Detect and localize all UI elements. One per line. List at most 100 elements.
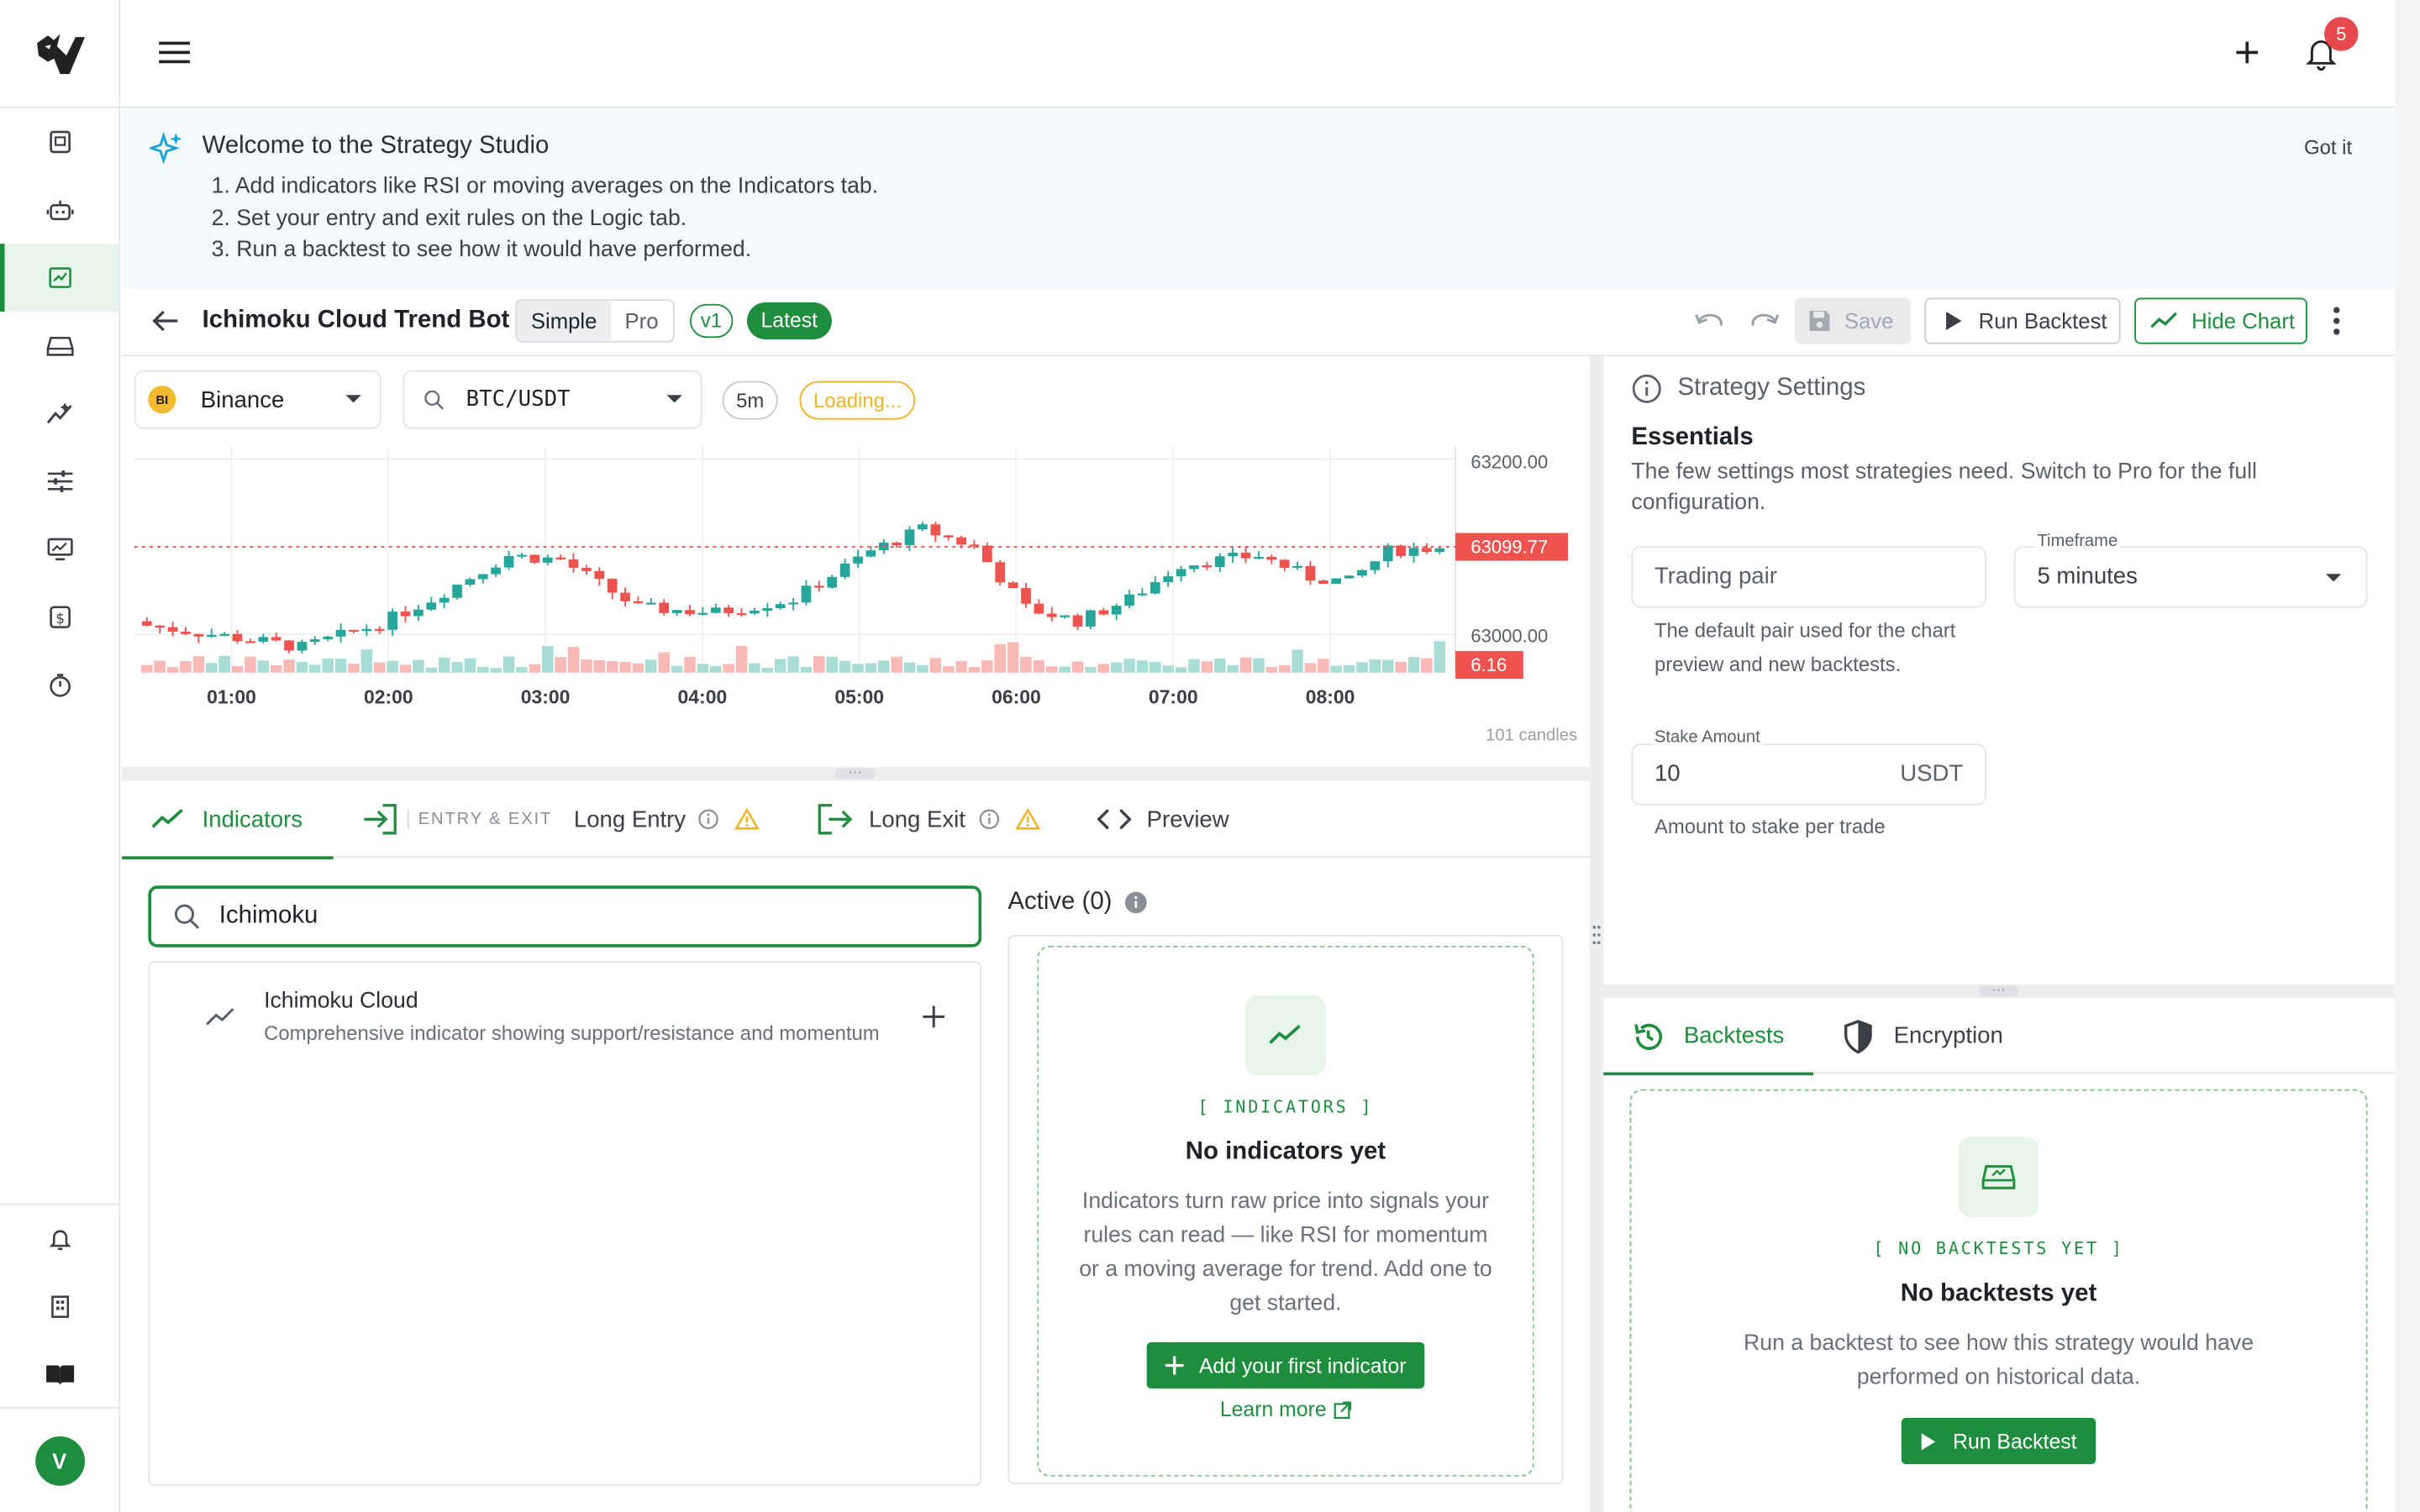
info-filled-icon[interactable]: [1124, 891, 1146, 914]
essentials-description: The few settings most strategies need. S…: [1631, 459, 2257, 515]
learn-more-link[interactable]: Learn more: [1220, 1398, 1351, 1421]
volume-bar: [399, 664, 412, 673]
redo-button[interactable]: [1747, 307, 1781, 343]
trending-up-icon: [151, 808, 183, 828]
warning-icon: [734, 808, 760, 830]
sidebar-item-analytics[interactable]: [0, 380, 118, 448]
candle: [750, 610, 760, 614]
sidebar-item-alerts[interactable]: [0, 1205, 118, 1273]
volume-bar: [1239, 657, 1252, 673]
candle: [995, 562, 1006, 583]
run-backtest-empty-button[interactable]: Run Backtest: [1902, 1417, 2096, 1465]
candle: [219, 633, 229, 636]
candle: [659, 602, 670, 613]
page-scrollbar[interactable]: [2395, 0, 2420, 1512]
candle: [1422, 548, 1432, 553]
tab-indicators[interactable]: Indicators: [122, 780, 334, 860]
add-first-indicator-button[interactable]: Add your first indicator: [1146, 1341, 1425, 1389]
app-logo[interactable]: [0, 0, 119, 108]
undo-button[interactable]: [1693, 307, 1727, 343]
sidebar-item-settings[interactable]: [0, 448, 118, 516]
volume-bar: [270, 665, 282, 673]
version-badge[interactable]: v1: [690, 303, 733, 339]
candle: [1266, 556, 1277, 560]
mode-pro-button[interactable]: Pro: [611, 301, 672, 341]
hide-chart-button[interactable]: Hide Chart: [2134, 297, 2307, 344]
sidebar-item-timer[interactable]: [0, 651, 118, 719]
settings-resize-handle[interactable]: ···: [1603, 982, 2396, 999]
timeframe-select[interactable]: 5 minutes: [2013, 546, 2368, 608]
strategy-name: Ichimoku Cloud Trend Bot: [202, 307, 510, 333]
sidebar-item-bots[interactable]: [0, 176, 118, 244]
volume-bar: [309, 664, 321, 673]
candle: [1382, 545, 1393, 562]
candle: [297, 642, 308, 651]
candle: [1344, 575, 1355, 579]
trending-up-icon: [1245, 995, 1326, 1076]
active-indicators-label: Active (0): [1007, 888, 1113, 916]
volume-bar: [438, 657, 450, 673]
more-options-button[interactable]: [2332, 304, 2341, 346]
volume-bar: [567, 647, 580, 673]
dismiss-welcome-button[interactable]: Got it: [2304, 136, 2352, 160]
volume-bar: [1265, 666, 1278, 673]
add-indicator-plus-icon[interactable]: [922, 1005, 946, 1029]
tab-backtests[interactable]: Backtests: [1603, 998, 1814, 1076]
tab-long-entry[interactable]: ENTRY & EXIT Long Entry: [361, 780, 760, 858]
indicator-result-item[interactable]: Ichimoku Cloud Comprehensive indicator s…: [150, 978, 980, 1058]
indicator-search-input[interactable]: Ichimoku: [148, 885, 982, 948]
play-icon: [1946, 312, 1962, 331]
panel-resize-handle[interactable]: [1589, 356, 1604, 1512]
candle: [775, 604, 786, 609]
user-avatar[interactable]: V: [34, 1436, 85, 1485]
volume-bar: [593, 659, 606, 673]
volume-bar: [1395, 661, 1407, 673]
back-button[interactable]: [150, 307, 181, 343]
volume-bar: [296, 662, 308, 673]
create-button[interactable]: [2228, 34, 2265, 78]
tab-preview[interactable]: Preview: [1097, 780, 1229, 858]
indicators-empty-text: Indicators turn raw price into signals y…: [1079, 1189, 1492, 1316]
candle: [981, 545, 992, 563]
pair-select[interactable]: BTC/USDT: [402, 370, 702, 429]
price-chart[interactable]: 63200.0063000.000.0063099.776.16 01:0002…: [122, 433, 1590, 727]
candle: [1124, 594, 1134, 606]
trending-up-icon: [206, 1008, 234, 1026]
sidebar-item-docs[interactable]: [0, 1341, 118, 1409]
hamburger-icon: [159, 41, 190, 64]
volume-bar: [1356, 662, 1368, 673]
candle: [206, 634, 217, 638]
candle: [1305, 565, 1316, 581]
trading-pair-field[interactable]: Trading pair: [1631, 546, 1986, 608]
timeframe-pill[interactable]: 5m: [722, 381, 778, 420]
redo-icon: [1751, 313, 1780, 327]
volume-bar: [787, 656, 799, 673]
candle: [904, 529, 915, 545]
mode-simple-button[interactable]: Simple: [517, 301, 611, 341]
sidebar-item-monitor[interactable]: [0, 515, 118, 583]
run-backtest-button[interactable]: Run Backtest: [1924, 297, 2121, 344]
sidebar-item-backtests[interactable]: [0, 312, 118, 380]
candle: [710, 607, 721, 613]
candle: [426, 602, 437, 610]
editor-tabs: Indicators ENTRY & EXIT Long Entry Long …: [122, 780, 1590, 860]
tab-long-exit[interactable]: Long Exit: [817, 780, 1040, 858]
sidebar-item-billing[interactable]: $: [0, 583, 118, 651]
exchange-select[interactable]: BI Binance: [134, 370, 381, 429]
save-button[interactable]: Save: [1795, 297, 1911, 344]
tab-encryption[interactable]: Encryption: [1841, 998, 2003, 1074]
stake-amount-field[interactable]: 10 USDT: [1631, 743, 1986, 806]
volume-bar: [1227, 664, 1239, 673]
volume-bar: [1059, 666, 1071, 673]
sidebar-item-dashboard[interactable]: [0, 108, 118, 176]
sidebar-item-reports[interactable]: [0, 1273, 118, 1341]
candle: [1111, 606, 1122, 615]
sidebar-item-strategies[interactable]: [0, 244, 119, 312]
shield-icon: [1844, 1019, 1872, 1053]
pair-value: BTC/USDT: [466, 387, 571, 412]
menu-toggle-button[interactable]: [157, 37, 191, 76]
stopwatch-icon: [49, 674, 71, 697]
candle: [1007, 582, 1018, 589]
chart-resize-handle[interactable]: ···: [122, 764, 1590, 781]
search-icon: [424, 390, 444, 410]
